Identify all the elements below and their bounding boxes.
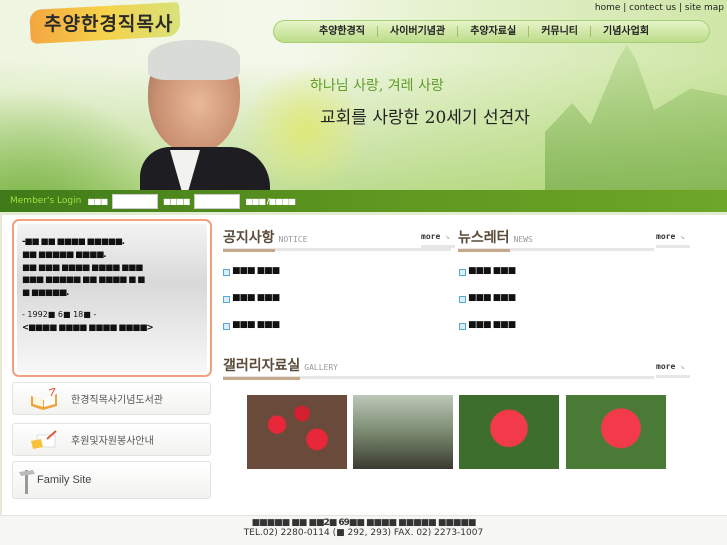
hand-writing-icon (31, 429, 57, 449)
notice-item[interactable]: ■■■ ■■■ (223, 266, 280, 276)
news-item[interactable]: ■■■ ■■■ (459, 293, 516, 303)
quote-source: <■■■■ ■■■■ ■■■■ ■■■■> (22, 322, 154, 333)
login-bar: Member's Login ■■■ ■■■■ ■■■ /■■■■ (0, 190, 727, 212)
bullet-icon (223, 323, 230, 330)
gallery-photo-flower[interactable] (566, 395, 666, 469)
footer: ■■■■■ ■■ ■■2■ 69■■ ■■■■ ■■■■■ ■■■■■ TEL.… (0, 515, 727, 545)
slogan-title: 교회를 사랑한 20세기 선견자 (320, 108, 530, 128)
bullet-icon (459, 269, 466, 276)
nav-item[interactable]: 추양한경직 (307, 26, 378, 37)
support-label: 후원및자원봉사안내 (71, 436, 154, 447)
family-site-button[interactable]: Family Site (12, 461, 211, 499)
quote-line: ■■■ ■■■■■ ■■ ■■■■ ■ ■ (22, 275, 145, 286)
bullet-icon (459, 296, 466, 303)
quote-line: ■ ■■■■■. (22, 288, 69, 299)
header-banner: 추양한경직목사 home | contect us | site map 추양한… (0, 0, 727, 190)
family-site-label: Family Site (37, 474, 92, 486)
book-icon (31, 387, 57, 410)
quote-line: ■■ ■■■ ■■■■ ■■■■ ■■■ (22, 262, 143, 273)
quote-line: -■■ ■■ ■■■■ ■■■■■. (22, 237, 125, 247)
news-more-link[interactable]: more ↘ (656, 232, 690, 248)
library-label: 한경직목사기념도서관 (71, 395, 163, 406)
nav-item[interactable]: 사이버기념관 (378, 26, 459, 37)
news-item[interactable]: ■■■ ■■■ (459, 266, 516, 276)
id-input[interactable] (112, 193, 159, 209)
nav-item[interactable]: 기념사업회 (591, 26, 661, 37)
footer-contact: TEL.02) 2280-0114 (■ 292, 293) FAX. 02) … (243, 528, 484, 538)
gallery-title: 갤러리자료실 GALLERY (223, 355, 654, 380)
nav-item[interactable]: 추양자료실 (458, 26, 530, 37)
contact-link[interactable]: contect us (629, 3, 676, 13)
notice-title: 공지사항 NOTICE (223, 227, 451, 252)
bullet-icon (223, 296, 230, 303)
portrait-photo (140, 40, 270, 190)
footer-address: ■■■■■ ■■ ■■2■ 69■■ ■■■■ ■■■■■ ■■■■■ (251, 518, 477, 528)
password-label: ■■■■ (163, 196, 190, 206)
news-title: 뉴스레터 NEWS (458, 227, 654, 252)
slogan-subtitle: 하나님 사랑, 겨레 사랑 (310, 78, 444, 94)
library-button[interactable]: 한경직목사기념도서관 (12, 382, 211, 415)
sitemap-link[interactable]: site map (685, 3, 724, 13)
bullet-icon (223, 269, 230, 276)
id-label: ■■■ (87, 196, 108, 206)
quote-date: - 1992■ 6■ 18■ - (22, 309, 97, 319)
bullet-icon (459, 323, 466, 330)
signpost-icon (19, 470, 35, 494)
main-nav: 추양한경직 사이버기념관 추양자료실 커뮤니티 기념사업회 (273, 20, 710, 43)
quote-box: -■■ ■■ ■■■■ ■■■■■. ■■ ■■■■■ ■■■■. ■■ ■■■… (12, 219, 212, 377)
quote-line: ■■ ■■■■■ ■■■■. (22, 249, 107, 260)
gallery-more-link[interactable]: more ↘ (656, 362, 690, 378)
notice-item[interactable]: ■■■ ■■■ (223, 320, 280, 330)
gallery-photo-flower[interactable] (459, 395, 559, 469)
notice-item[interactable]: ■■■ ■■■ (223, 293, 280, 303)
top-links: home | contect us | site map (594, 3, 724, 13)
login-title: Member's Login (10, 196, 82, 206)
home-link[interactable]: home (595, 3, 621, 13)
site-logo[interactable]: 추양한경직목사 (44, 9, 173, 36)
notice-more-link[interactable]: more ↘ (421, 232, 455, 248)
nav-item[interactable]: 커뮤니티 (529, 26, 592, 37)
password-input[interactable] (194, 193, 241, 209)
gallery-photo-machine[interactable] (353, 395, 453, 469)
login-links[interactable]: ■■■ /■■■■ (245, 197, 296, 206)
support-button[interactable]: 후원및자원봉사안내 (12, 423, 211, 456)
news-item[interactable]: ■■■ ■■■ (459, 320, 516, 330)
gallery-photo-cactus[interactable] (247, 395, 347, 469)
